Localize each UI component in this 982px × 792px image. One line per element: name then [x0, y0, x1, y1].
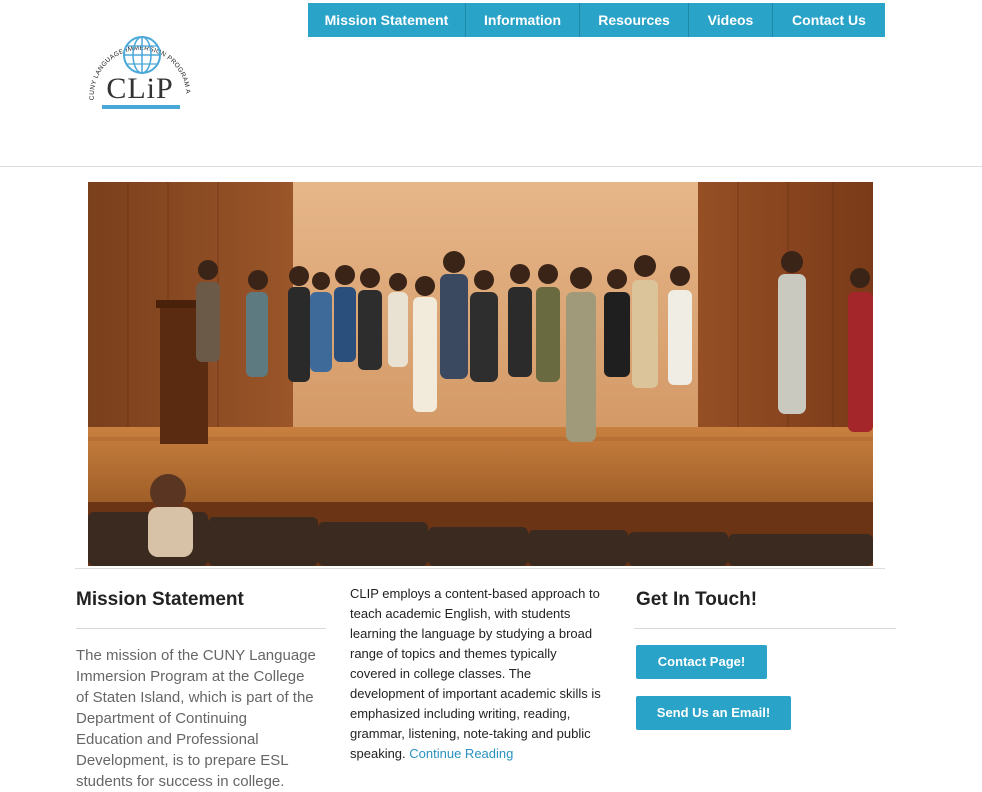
- contact-divider: [634, 628, 896, 629]
- nav-mission-statement[interactable]: Mission Statement: [308, 3, 466, 37]
- content-divider: [75, 568, 885, 569]
- graduation-stage-photo: [88, 182, 873, 566]
- globe-icon: [123, 36, 161, 74]
- nav-resources[interactable]: Resources: [580, 3, 689, 37]
- mission-section: Mission Statement The mission of the CUN…: [76, 588, 326, 792]
- main-nav: Mission Statement Information Resources …: [308, 3, 885, 37]
- clip-logo-graphic: CUNY LANGUAGE IMMERSION PROGRAM AT THE C…: [71, 17, 191, 109]
- nav-contact-us[interactable]: Contact Us: [773, 3, 885, 37]
- approach-text: CLIP employs a content-based approach to…: [350, 586, 601, 761]
- approach-section: CLIP employs a content-based approach to…: [350, 584, 602, 764]
- svg-text:CLiP: CLiP: [106, 72, 173, 105]
- send-email-button[interactable]: Send Us an Email!: [636, 696, 791, 730]
- contact-section: Get In Touch! Contact Page! Send Us an E…: [634, 588, 898, 730]
- nav-information[interactable]: Information: [466, 3, 580, 37]
- continue-reading-link[interactable]: Continue Reading: [409, 746, 513, 761]
- hero-photo: [88, 182, 873, 566]
- mission-text: The mission of the CUNY Language Immersi…: [76, 647, 316, 790]
- contact-heading: Get In Touch!: [636, 589, 758, 610]
- nav-videos[interactable]: Videos: [689, 3, 773, 37]
- mission-heading: Mission Statement: [76, 589, 244, 610]
- contact-page-button[interactable]: Contact Page!: [636, 645, 767, 679]
- mission-divider: [76, 628, 326, 629]
- clip-logo[interactable]: CUNY LANGUAGE IMMERSION PROGRAM AT THE C…: [71, 17, 202, 118]
- header-divider: [0, 166, 982, 167]
